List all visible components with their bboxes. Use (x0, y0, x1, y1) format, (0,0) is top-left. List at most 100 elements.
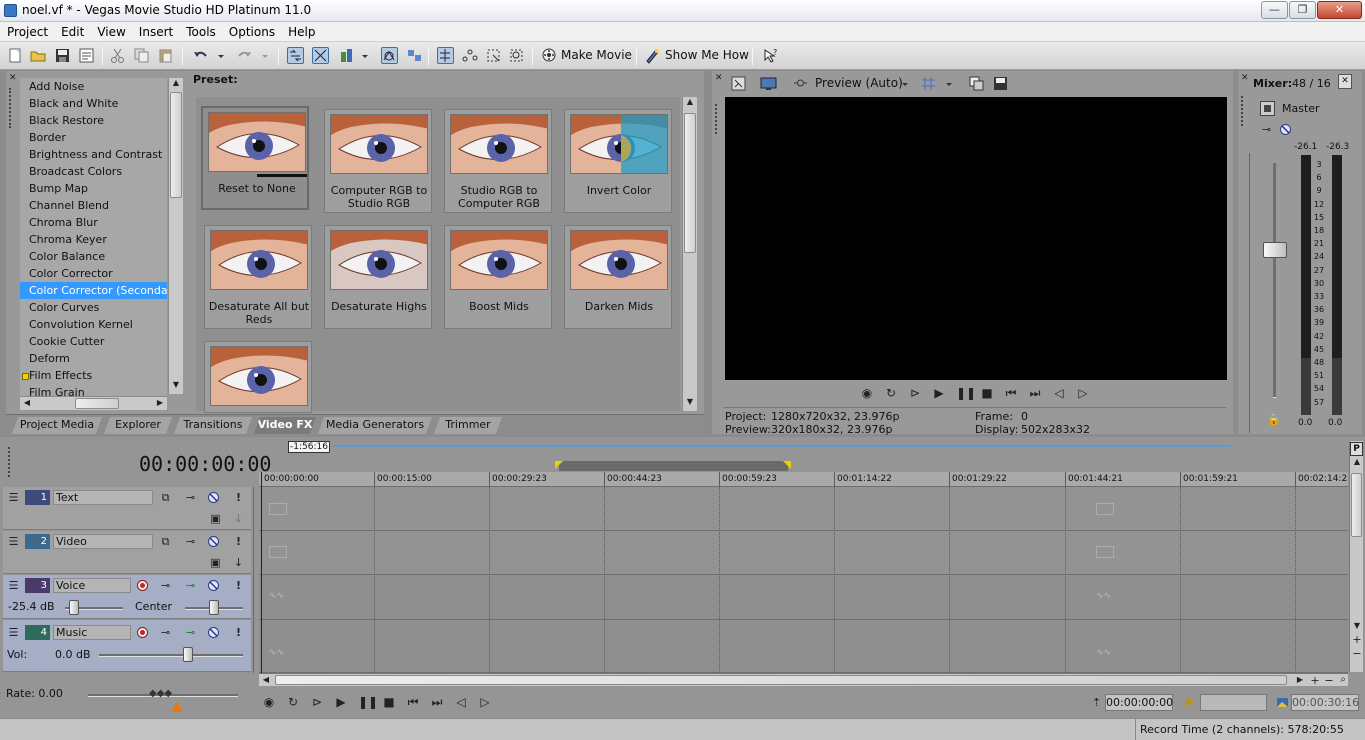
fx-item[interactable]: Brightness and Contrast (20, 146, 167, 163)
scroll-right-icon[interactable]: ▶ (153, 398, 167, 407)
timeline-grip-icon[interactable] (8, 447, 12, 477)
preset-tile[interactable]: Desaturate All but Reds (204, 225, 312, 329)
fx-item[interactable]: Black Restore (20, 112, 167, 129)
fx-item[interactable]: Convolution Kernel (20, 316, 167, 333)
undo-icon[interactable] (192, 47, 209, 64)
selection-tool-icon[interactable] (485, 47, 502, 64)
preset-tile[interactable]: Computer RGB to Studio RGB (324, 109, 432, 213)
copy-snapshot-icon[interactable] (968, 75, 985, 92)
track-name[interactable]: Video (53, 534, 153, 549)
timeline-vscrollbar[interactable]: P ▲ ▼ + − (1349, 441, 1363, 672)
solo-icon[interactable]: ! (232, 579, 245, 592)
show-me-how-icon[interactable] (644, 47, 661, 64)
zoom-out-vertical-icon[interactable]: − (1350, 647, 1364, 660)
tab-trimmer[interactable]: Trimmer (434, 417, 502, 434)
master-mute-icon[interactable] (1279, 123, 1292, 136)
timeline-vscroll-thumb[interactable] (1351, 473, 1362, 537)
lock-envelopes-icon[interactable] (381, 47, 398, 64)
playhead-cursor[interactable] (261, 472, 262, 673)
fx-list-hscrollbar[interactable]: ◀ ▶ (20, 396, 167, 410)
track-lane-voice[interactable] (259, 575, 1348, 620)
track-lanes[interactable]: ∿∿ ∿∿ ∿∿ ∿∿ (259, 487, 1348, 673)
mute-icon[interactable] (207, 491, 220, 504)
pause-icon[interactable]: ❚❚ (358, 695, 378, 709)
preset-scroll-thumb[interactable] (684, 113, 696, 253)
mute-icon[interactable] (207, 535, 220, 548)
next-frame-icon[interactable]: ▷ (478, 695, 492, 709)
scroll-down-icon[interactable]: ▼ (169, 380, 183, 389)
track-minimize-icon[interactable]: ☰ (7, 535, 20, 548)
menu-tools[interactable]: Tools (179, 22, 222, 41)
save-snapshot-icon[interactable] (992, 75, 1009, 92)
preset-tile[interactable]: Invert Color (564, 109, 672, 213)
timeline-hscrollbar[interactable]: ◀ ▶ + − ⌕ (259, 673, 1350, 687)
scroll-right-icon[interactable]: ▶ (1293, 675, 1307, 684)
envelope-tool-icon[interactable] (461, 47, 478, 64)
panel-grip-icon[interactable] (1241, 96, 1245, 126)
make-movie-icon[interactable] (541, 47, 558, 64)
fx-folder-item[interactable]: Film Effects (20, 367, 167, 384)
track-header-voice[interactable]: ☰ 3 Voice ⊸ ⊸ ! -25.4 dB Center (3, 575, 251, 619)
fx-item[interactable]: Broadcast Colors (20, 163, 167, 180)
tab-video-fx[interactable]: Video FX (254, 417, 316, 434)
preset-tile[interactable]: Boost Mids (444, 225, 552, 329)
overview-bar[interactable] (333, 445, 1230, 447)
fx-item[interactable]: Deform (20, 350, 167, 367)
menu-help[interactable]: Help (281, 22, 321, 41)
record-icon[interactable]: ◉ (262, 695, 276, 709)
fx-item[interactable]: Channel Blend (20, 197, 167, 214)
panel-close-icon[interactable]: ✕ (9, 73, 17, 83)
play-from-start-icon[interactable]: ⊳ (310, 695, 324, 709)
track-lane-text[interactable] (259, 487, 1348, 531)
previous-frame-icon[interactable]: ◁ (1052, 386, 1066, 400)
fx-plugin-list[interactable]: Add Noise Black and White Black Restore … (20, 78, 167, 396)
open-folder-icon[interactable] (30, 47, 47, 64)
ignore-grouping-icon[interactable] (406, 47, 423, 64)
scroll-up-icon[interactable]: ▲ (1350, 457, 1364, 466)
scroll-up-icon[interactable]: ▲ (683, 97, 697, 106)
preset-tile[interactable] (204, 341, 312, 413)
preview-quality-dropdown[interactable]: Preview (Auto) (815, 76, 903, 90)
menu-insert[interactable]: Insert (132, 22, 179, 41)
copy-icon[interactable] (133, 47, 150, 64)
fx-item[interactable]: Color Balance (20, 248, 167, 265)
volume-slider-track[interactable] (99, 654, 243, 657)
preset-tile[interactable]: Darken Mids (564, 225, 672, 329)
minimize-button[interactable]: — (1261, 1, 1288, 19)
undo-dropdown-icon[interactable] (216, 47, 226, 64)
help-pointer-icon[interactable]: ? (762, 47, 779, 64)
go-to-start-icon[interactable]: ⏮ (1004, 386, 1018, 400)
fx-item[interactable]: Border (20, 129, 167, 146)
next-frame-icon[interactable]: ▷ (1076, 386, 1090, 400)
fx-item[interactable]: Color Corrector (20, 265, 167, 282)
zoom-tool-icon[interactable]: ⌕ (1336, 674, 1350, 685)
tab-explorer[interactable]: Explorer (104, 417, 172, 434)
selection-length-field[interactable] (1200, 694, 1267, 711)
preset-tile[interactable]: Studio RGB to Computer RGB (444, 109, 552, 213)
make-movie-button[interactable]: Make Movie (561, 48, 632, 62)
timeline-ruler[interactable]: 00:00:00:00 00:00:15:00 00:00:29:23 00:0… (259, 472, 1348, 487)
timeline-hscroll-thumb[interactable] (275, 675, 1287, 685)
track-fx-icon[interactable]: ⊸ (184, 491, 197, 504)
master-fader-track[interactable] (1273, 163, 1276, 398)
fx-item[interactable]: Chroma Keyer (20, 231, 167, 248)
preview-quality-icon[interactable] (792, 75, 809, 92)
panel-close-icon[interactable]: ✕ (1241, 73, 1249, 83)
fx-item-selected[interactable]: Color Corrector (Secondary) (20, 282, 167, 299)
close-button[interactable]: ✕ (1317, 1, 1362, 19)
go-to-end-icon[interactable]: ⏭ (1028, 386, 1042, 400)
composite-mode-icon[interactable]: ▣ (209, 512, 222, 525)
panel-close-icon[interactable]: ✕ (715, 73, 723, 83)
track-minimize-icon[interactable]: ☰ (7, 626, 20, 639)
zoom-in-horizontal-icon[interactable]: + (1308, 674, 1322, 687)
track-fx-icon[interactable]: ⊸ (159, 626, 172, 639)
menu-options[interactable]: Options (222, 22, 281, 41)
arm-for-record-icon[interactable] (136, 626, 149, 639)
play-icon[interactable]: ▶ (334, 695, 348, 709)
volume-slider-knob[interactable] (69, 600, 79, 615)
loop-end-marker-icon[interactable] (783, 461, 791, 469)
preset-tile[interactable]: Reset to None (201, 106, 309, 210)
redo-icon[interactable] (236, 47, 253, 64)
scroll-down-icon[interactable]: ▼ (683, 397, 697, 406)
track-fx-chain-icon[interactable]: ⊸ (184, 626, 197, 639)
